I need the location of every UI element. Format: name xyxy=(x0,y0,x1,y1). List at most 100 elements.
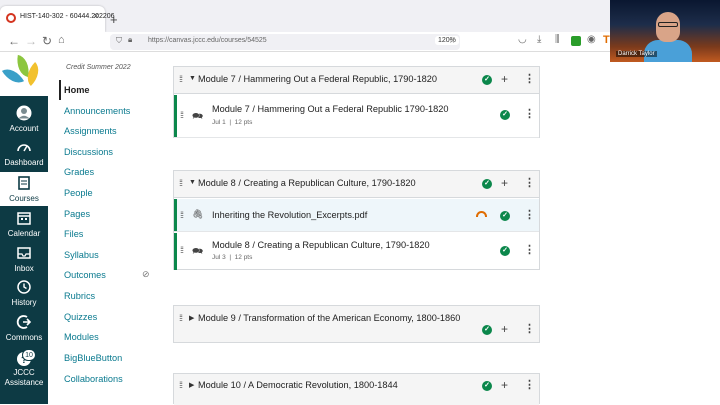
courses-book-icon xyxy=(18,176,30,190)
extension-icon[interactable] xyxy=(571,36,581,46)
kebab-menu-icon[interactable]: ⋮ xyxy=(524,322,535,335)
inbox-icon xyxy=(17,247,31,259)
item-status-bar xyxy=(174,199,177,231)
module-card: ⁞⁞ ▶ Module 9 / Transformation of the Am… xyxy=(173,305,540,343)
course-nav-outcomes[interactable]: Outcomes xyxy=(64,270,106,280)
drag-handle-icon[interactable]: ⁞⁞ xyxy=(180,245,184,255)
add-item-icon[interactable]: + xyxy=(501,176,508,190)
published-check-icon[interactable]: ✓ xyxy=(482,325,492,335)
webcam-name-label: Darrick Taylor xyxy=(616,51,657,57)
global-nav-history[interactable]: History xyxy=(0,276,48,310)
account-icon[interactable]: ◉ xyxy=(587,34,596,45)
downloads-icon[interactable]: ⤓ xyxy=(537,34,541,45)
expand-triangle-icon[interactable]: ▶ xyxy=(189,314,194,322)
global-nav-label: Commons xyxy=(5,333,43,342)
published-check-icon[interactable]: ✓ xyxy=(482,381,492,391)
global-nav-account[interactable]: Account xyxy=(0,102,48,136)
drag-handle-icon[interactable]: ⁞⁞ xyxy=(180,110,184,120)
reload-icon[interactable]: ↻ xyxy=(42,34,52,48)
course-nav-collaborations[interactable]: Collaborations xyxy=(64,374,123,384)
item-title[interactable]: Module 8 / Creating a Republican Culture… xyxy=(212,240,430,250)
kebab-menu-icon[interactable]: ⋮ xyxy=(524,208,535,221)
expand-triangle-icon[interactable]: ▶ xyxy=(189,381,194,389)
course-nav-pages[interactable]: Pages xyxy=(64,209,90,219)
published-check-icon[interactable]: ✓ xyxy=(482,179,492,189)
drag-handle-icon[interactable]: ⁞⁞ xyxy=(180,210,184,220)
add-item-icon[interactable]: + xyxy=(501,322,508,336)
module-item[interactable]: ⁞⁞ 🖇︎ Inheriting the Revolution_Excerpts… xyxy=(174,199,539,232)
item-points: 12 pts xyxy=(234,254,253,261)
item-meta: Jul 1 | 12 pts xyxy=(212,119,253,126)
module-header[interactable]: ⁞⁞ ▼ Module 7 / Hammering Out a Federal … xyxy=(174,67,539,94)
collapse-triangle-icon[interactable]: ▼ xyxy=(189,75,196,82)
address-bar[interactable]: ⛉ 🔒︎ https://canvas.jccc.edu/courses/545… xyxy=(110,34,460,50)
item-points: 12 pts xyxy=(234,119,253,126)
kebab-menu-icon[interactable]: ⋮ xyxy=(524,72,535,85)
global-nav-calendar[interactable]: Calendar xyxy=(0,207,48,241)
course-nav-quizzes[interactable]: Quizzes xyxy=(64,312,97,322)
item-title[interactable]: Module 7 / Hammering Out a Federal Repub… xyxy=(212,104,448,114)
global-nav-commons[interactable]: Commons xyxy=(0,311,48,345)
mastery-gauge-icon[interactable] xyxy=(476,211,487,217)
shield-icon[interactable]: ⛉ xyxy=(116,36,122,46)
course-nav-assignments[interactable]: Assignments xyxy=(64,126,117,136)
course-nav-home[interactable]: Home xyxy=(64,85,90,95)
course-nav-announcements[interactable]: Announcements xyxy=(64,106,130,116)
new-tab-button[interactable]: + xyxy=(110,12,118,27)
global-nav-label: Dashboard xyxy=(4,158,44,167)
browser-tab[interactable]: HIST-140-302 - 60444.202206 × xyxy=(0,6,115,32)
module-header[interactable]: ⁞⁞ ▼ Module 8 / Creating a Republican Cu… xyxy=(174,171,539,198)
module-item[interactable]: ⁞⁞ 🗪︎ Module 8 / Creating a Republican C… xyxy=(174,233,539,270)
kebab-menu-icon[interactable]: ⋮ xyxy=(524,107,535,120)
global-nav-dashboard[interactable]: Dashboard xyxy=(0,136,48,170)
published-check-icon[interactable]: ✓ xyxy=(500,246,510,256)
kebab-menu-icon[interactable]: ⋮ xyxy=(524,243,535,256)
lock-icon[interactable]: 🔒︎ xyxy=(128,35,132,45)
course-nav-files[interactable]: Files xyxy=(64,229,83,239)
collapse-triangle-icon[interactable]: ▼ xyxy=(189,179,196,186)
course-nav-discussions[interactable]: Discussions xyxy=(64,147,113,157)
module-header[interactable]: ⁞⁞ ▶ Module 9 / Transformation of the Am… xyxy=(174,306,539,342)
course-nav-grades[interactable]: Grades xyxy=(64,167,94,177)
module-title: Module 10 / A Democratic Revolution, 180… xyxy=(198,380,398,390)
global-nav-courses[interactable]: Courses xyxy=(0,172,48,206)
extension-t-icon[interactable]: T xyxy=(603,34,610,46)
drag-handle-icon[interactable]: ⁞⁞ xyxy=(179,178,183,188)
global-nav-inbox[interactable]: Inbox xyxy=(0,242,48,276)
calendar-icon xyxy=(17,212,31,225)
course-nav-syllabus[interactable]: Syllabus xyxy=(64,250,99,260)
library-icon[interactable]: ⫼ xyxy=(555,34,560,45)
commons-icon xyxy=(16,315,32,329)
jccc-logo[interactable] xyxy=(0,52,48,96)
home-icon[interactable]: ⌂ xyxy=(58,34,65,46)
kebab-menu-icon[interactable]: ⋮ xyxy=(524,378,535,391)
drag-handle-icon[interactable]: ⁞⁞ xyxy=(179,313,183,323)
forward-arrow-icon[interactable]: → xyxy=(25,34,37,48)
published-check-icon[interactable]: ✓ xyxy=(500,110,510,120)
course-nav-people[interactable]: People xyxy=(64,188,93,198)
module-title: Module 8 / Creating a Republican Culture… xyxy=(198,178,416,188)
item-title[interactable]: Inheriting the Revolution_Excerpts.pdf xyxy=(212,210,367,220)
drag-handle-icon[interactable]: ⁞⁞ xyxy=(179,380,183,390)
item-date: Jul 3 xyxy=(212,254,226,261)
module-header[interactable]: ⁞⁞ ▶ Module 10 / A Democratic Revolution… xyxy=(174,374,539,405)
canvas-favicon-icon xyxy=(6,13,16,23)
add-item-icon[interactable]: + xyxy=(501,72,508,86)
module-title: Module 7 / Hammering Out a Federal Repub… xyxy=(198,74,438,84)
kebab-menu-icon[interactable]: ⋮ xyxy=(524,176,535,189)
module-item[interactable]: ⁞⁞ 🗪︎ Module 7 / Hammering Out a Federal… xyxy=(174,95,539,138)
global-nav-label: Account xyxy=(9,124,39,133)
bookmark-star-icon[interactable]: ☆ xyxy=(448,35,456,46)
url-text[interactable]: https://canvas.jccc.edu/courses/54525 xyxy=(148,37,267,44)
add-item-icon[interactable]: + xyxy=(501,378,508,392)
course-nav-modules[interactable]: Modules xyxy=(64,332,99,342)
published-check-icon[interactable]: ✓ xyxy=(500,211,510,221)
published-check-icon[interactable]: ✓ xyxy=(482,75,492,85)
drag-handle-icon[interactable]: ⁞⁞ xyxy=(179,74,183,84)
back-arrow-icon[interactable]: ← xyxy=(8,34,20,48)
course-nav-rubrics[interactable]: Rubrics xyxy=(64,291,95,301)
close-tab-icon[interactable]: × xyxy=(93,11,99,22)
course-nav-bigbluebutton[interactable]: BigBlueButton xyxy=(64,353,122,363)
pocket-icon[interactable]: ◡ xyxy=(518,34,527,45)
global-nav-label: History xyxy=(11,298,37,307)
